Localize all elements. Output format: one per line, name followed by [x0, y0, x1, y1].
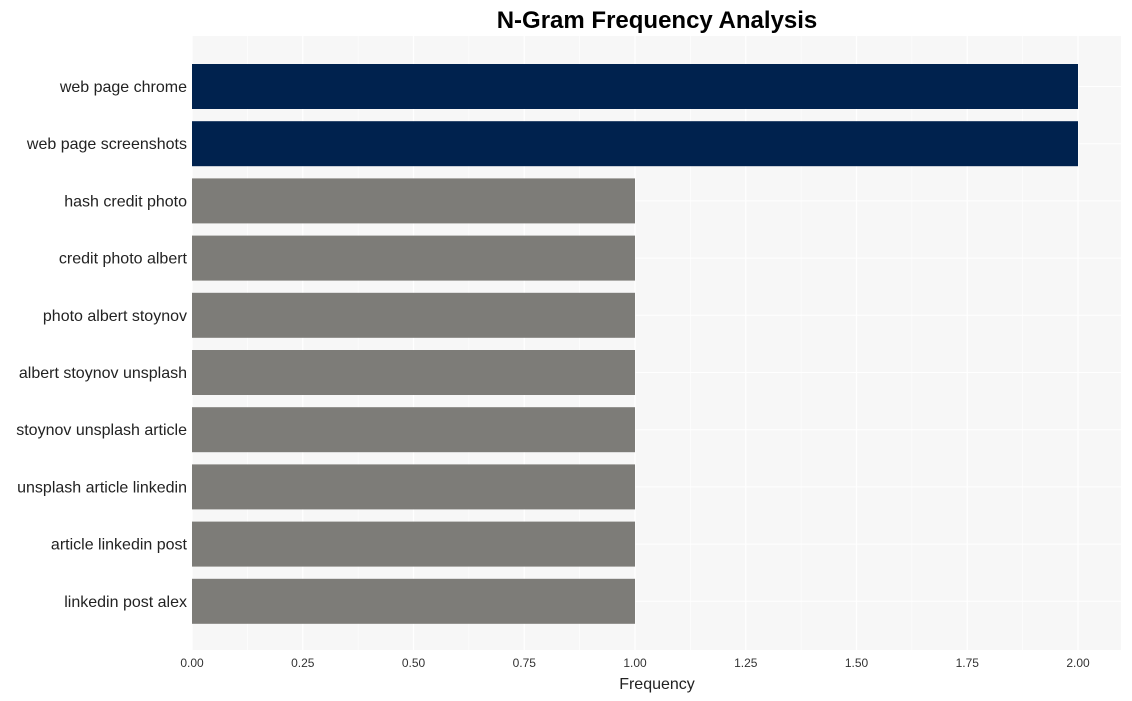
y-tick-label: albert stoynov unsplash — [19, 365, 187, 382]
bar-linkedin-post-alex — [192, 578, 635, 624]
bar-stoynov-unsplash-article — [192, 407, 635, 453]
x-axis-ticks: 0.00 0.25 0.50 0.75 1.00 1.25 1.50 1.75 2.00 — [180, 656, 1090, 670]
x-axis-label: Frequency — [619, 676, 695, 693]
y-tick-label: credit photo albert — [59, 251, 188, 268]
x-tick-label: 0.75 — [513, 656, 537, 670]
x-tick-label: 0.25 — [291, 656, 315, 670]
y-tick-label: web page screenshots — [26, 136, 187, 153]
ngram-bar-chart: N-Gram Frequency Analysis web page chrom… — [16, 7, 1121, 693]
x-tick-label: 1.50 — [845, 656, 869, 670]
y-tick-label: article linkedin post — [51, 537, 188, 554]
y-tick-label: linkedin post alex — [64, 594, 187, 611]
bar-albert-stoynov-unsplash — [192, 350, 635, 395]
chart-title: N-Gram Frequency Analysis — [497, 7, 818, 34]
x-tick-label: 2.00 — [1066, 656, 1090, 670]
x-tick-label: 0.00 — [180, 656, 204, 670]
bar-unsplash-article-linkedin — [192, 464, 635, 510]
y-tick-label: stoynov unsplash article — [16, 422, 187, 439]
y-tick-label: photo albert stoynov — [43, 308, 187, 325]
bar-credit-photo-albert — [192, 235, 635, 281]
x-tick-label: 1.00 — [623, 656, 647, 670]
bar-web-page-screenshots — [192, 121, 1078, 167]
x-tick-label: 1.75 — [956, 656, 980, 670]
y-tick-label: unsplash article linkedin — [17, 479, 187, 496]
x-tick-label: 0.50 — [402, 656, 426, 670]
y-axis-labels: web page chrome web page screenshots hash … — [16, 79, 187, 611]
bar-web-page-chrome — [192, 64, 1078, 109]
bar-hash-credit-photo — [192, 178, 635, 224]
y-tick-label: hash credit photo — [64, 193, 187, 210]
bar-article-linkedin-post — [192, 521, 635, 567]
bar-photo-albert-stoynov — [192, 292, 635, 338]
x-tick-label: 1.25 — [734, 656, 758, 670]
y-tick-label: web page chrome — [59, 79, 187, 96]
